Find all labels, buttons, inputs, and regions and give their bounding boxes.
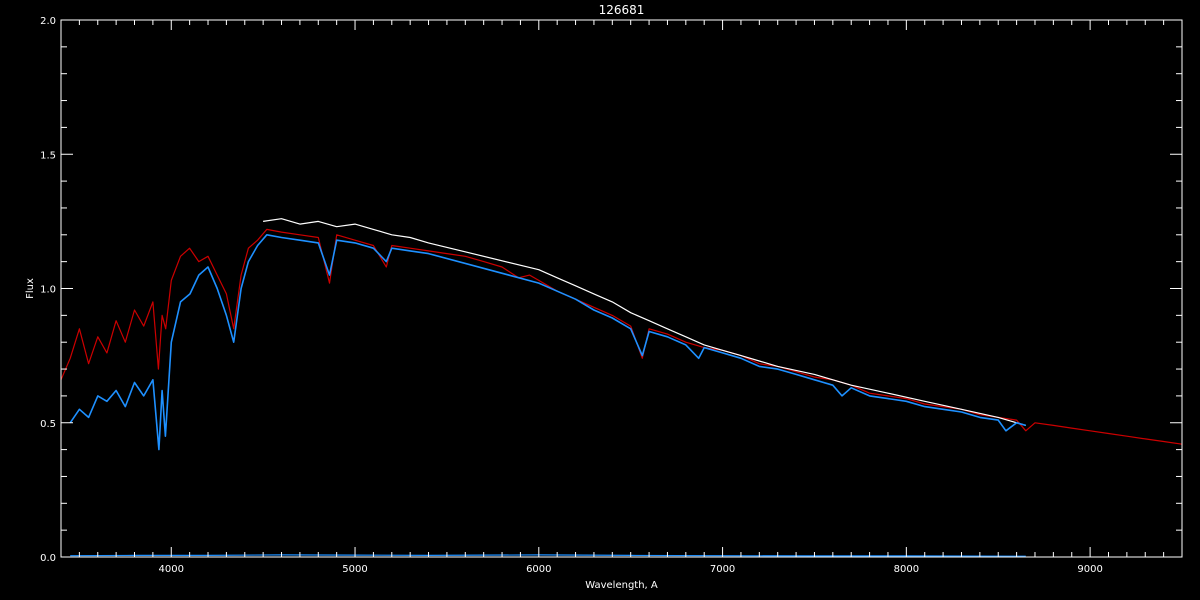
- series-layer: [60, 218, 1183, 557]
- y-tick-label: 1.0: [40, 285, 56, 296]
- plot-frame: [60, 19, 1183, 558]
- ticks-layer: 4000 5000 6000 7000 8000 9000 0.0 0.5 1.0 1.5 2.0: [40, 16, 1183, 575]
- y-tick-label: 0.5: [40, 419, 56, 430]
- x-tick-label: 8000: [894, 564, 919, 575]
- x-tick-label: 7000: [710, 564, 735, 575]
- spectrum-chart-svg: 126681 Wavelength, A Flux 4000 5000 6000 70…: [25, 3, 1183, 591]
- y-axis-title: Flux: [25, 278, 36, 299]
- chart-title: 126681: [599, 3, 645, 17]
- x-tick-label: 6000: [526, 564, 551, 575]
- x-tick-label: 4000: [159, 564, 184, 575]
- x-tick-label: 9000: [1077, 564, 1102, 575]
- spectrum-chart: 126681 Wavelength, A Flux 4000 5000 6000 70…: [0, 0, 1200, 600]
- x-axis-title: Wavelength, A: [585, 580, 658, 591]
- series-line-0: [60, 228, 1183, 445]
- series-line-1: [263, 218, 1026, 426]
- y-tick-label: 0.0: [40, 553, 56, 564]
- y-tick-label: 2.0: [40, 16, 56, 27]
- y-tick-label: 1.5: [40, 150, 56, 161]
- series-line-3: [70, 554, 1026, 557]
- x-tick-label: 5000: [342, 564, 367, 575]
